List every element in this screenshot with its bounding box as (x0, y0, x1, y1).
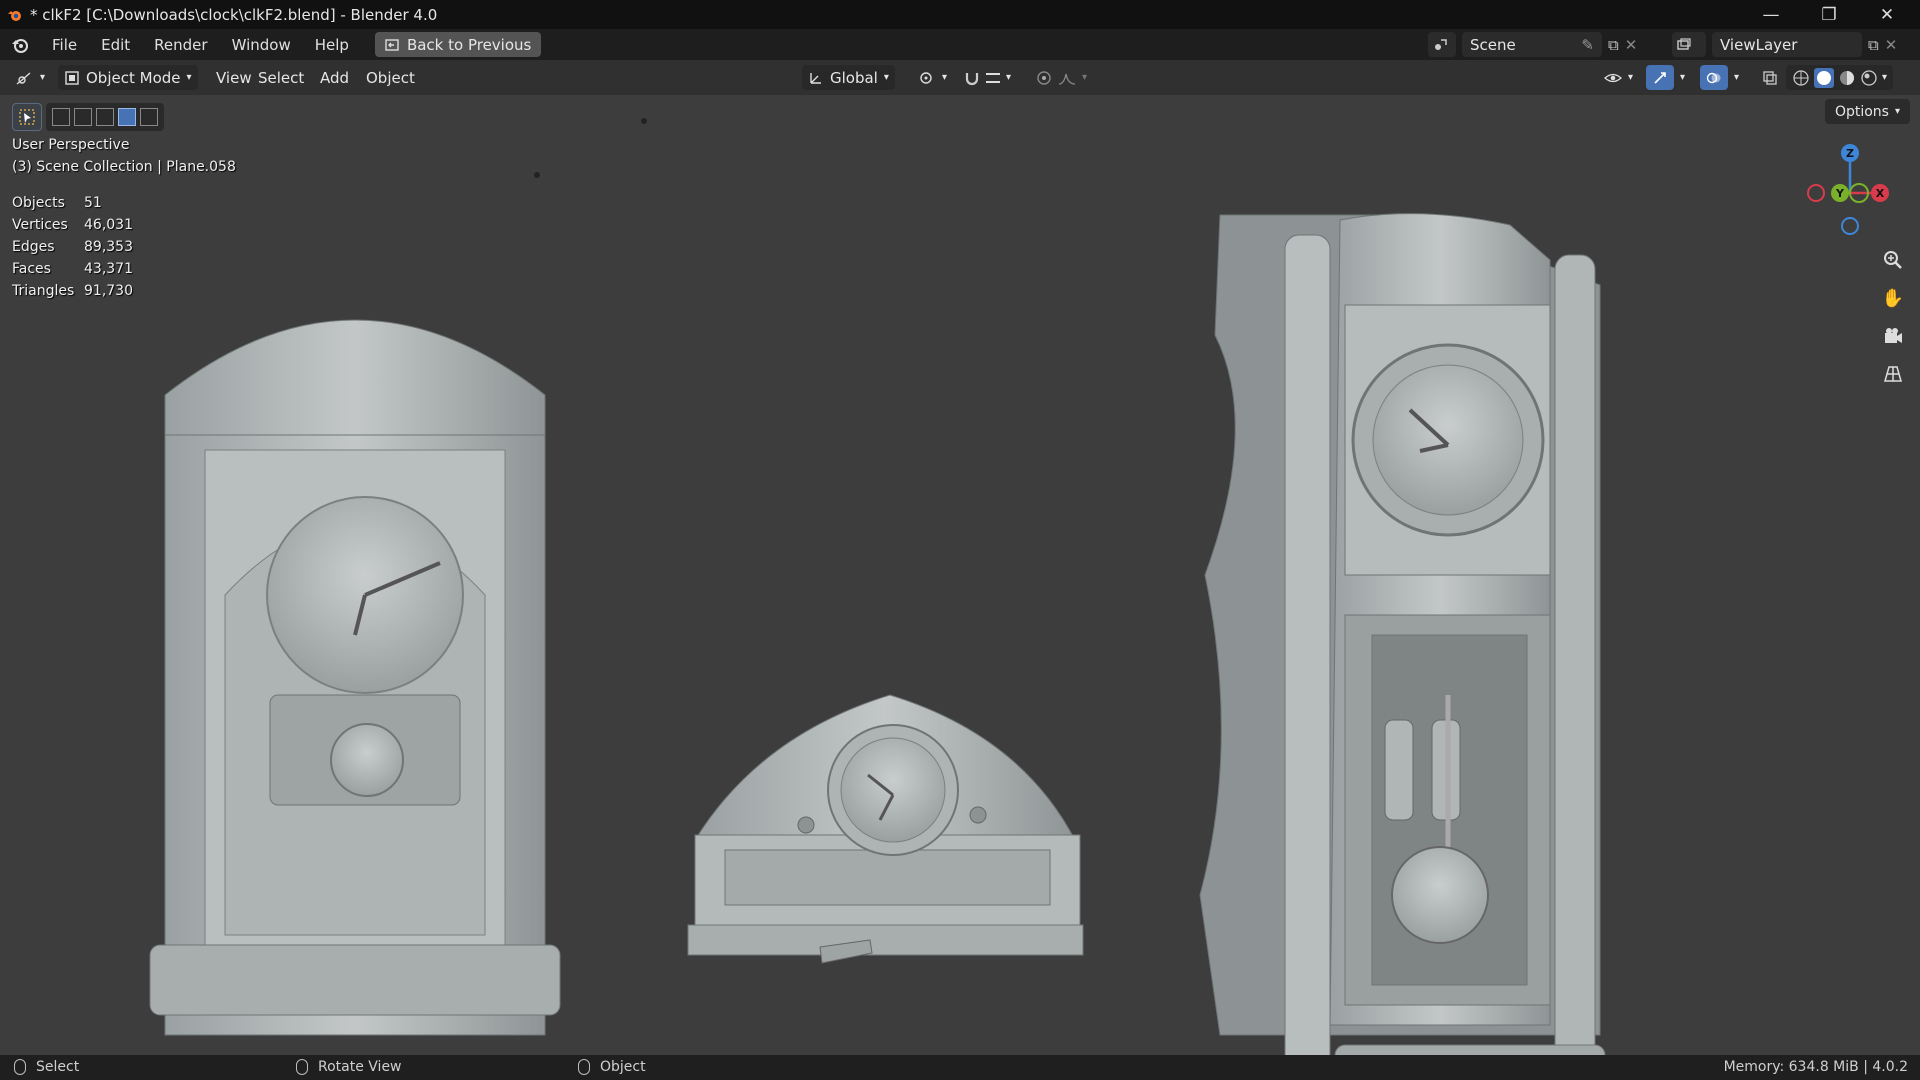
3d-viewport[interactable]: Options ▾ User Perspective (3) Scene Col… (0, 95, 1920, 1055)
gizmo-y-label: Y (1835, 187, 1845, 200)
memory-version-label: Memory: 634.8 MiB | 4.0.2 (1723, 1059, 1908, 1075)
grandfather-clock-model[interactable] (1199, 213, 1606, 1055)
pivot-icon (920, 71, 932, 84)
scene-browse-icon[interactable] (1428, 32, 1456, 57)
header-menu-select[interactable]: Select (252, 65, 310, 90)
editor-type-dropdown[interactable]: ▾ (10, 65, 51, 90)
mouse-middle-icon (296, 1059, 308, 1075)
header-menu-add[interactable]: Add (314, 65, 355, 90)
viewport-header: ▾ Object Mode ▾ View Select Add Object G… (0, 60, 1920, 95)
menu-edit[interactable]: Edit (89, 36, 142, 54)
header-menu-object[interactable]: Object (360, 65, 421, 90)
hand-pan-icon[interactable]: ✋ (1878, 283, 1908, 313)
mouse-left-icon (14, 1059, 26, 1075)
blender-menu-icon[interactable] (0, 36, 40, 54)
close-button[interactable]: ✕ (1858, 0, 1916, 29)
gizmo-chevron-down-icon[interactable]: ▾ (1674, 65, 1691, 90)
perspective-grid-icon[interactable] (1878, 359, 1908, 389)
new-scene-icon[interactable]: ⧉ (1608, 36, 1619, 54)
chevron-down-icon: ▾ (942, 72, 948, 83)
chevron-down-icon[interactable]: ▾ (1882, 72, 1887, 83)
menu-window[interactable]: Window (220, 36, 303, 54)
viewlayer-name-field[interactable]: ViewLayer (1712, 32, 1862, 57)
overlay-toggle[interactable] (1700, 65, 1728, 90)
pivot-point-dropdown[interactable]: ▾ (912, 65, 953, 90)
snap-toggle[interactable]: ▾ (958, 65, 1017, 90)
orientation-icon (810, 72, 821, 84)
chevron-down-icon: ▾ (1628, 72, 1634, 83)
proportional-editing-toggle[interactable]: ▾ (1030, 65, 1093, 90)
chevron-down-icon: ▾ (1006, 72, 1012, 83)
xray-icon (1763, 70, 1777, 85)
eye-icon (1604, 73, 1622, 82)
maximize-button[interactable]: ❐ (1800, 0, 1858, 29)
header-menu-view[interactable]: View (210, 65, 258, 90)
material-shading-icon[interactable] (1838, 69, 1856, 87)
gizmo-toggle[interactable] (1646, 65, 1674, 90)
minimize-button[interactable]: — (1742, 0, 1800, 29)
light-object-dot[interactable] (641, 118, 647, 124)
mode-dropdown[interactable]: Object Mode ▾ (58, 65, 198, 90)
overlay-icon (1706, 72, 1721, 83)
back-to-previous-button[interactable]: Back to Previous (374, 32, 542, 57)
back-to-previous-label: Back to Previous (406, 35, 532, 54)
viewport-nav-tools: ✋ (1878, 245, 1908, 389)
window-title: * clkF2 [C:\Downloads\clock\clkF2.blend]… (30, 5, 438, 24)
chevron-down-icon: ▾ (186, 72, 192, 83)
orientation-label: Global (830, 68, 878, 87)
blender-logo-icon (0, 7, 30, 23)
object-mode-icon (65, 70, 79, 85)
chevron-down-icon: ▾ (1082, 72, 1088, 83)
solid-shading-icon[interactable] (1814, 67, 1834, 88)
status-select-hint: Select (14, 1059, 79, 1075)
menu-help[interactable]: Help (303, 36, 361, 54)
wireframe-shading-icon[interactable] (1792, 69, 1810, 87)
proportional-icon (1037, 70, 1051, 85)
xray-toggle[interactable] (1756, 65, 1784, 90)
navigation-gizmo[interactable]: Z X Y (1788, 135, 1908, 255)
chevron-down-icon: ▾ (40, 72, 46, 83)
rendered-shading-icon[interactable] (1860, 69, 1878, 87)
gizmo-neg-z-axis[interactable] (1841, 217, 1859, 235)
window-titlebar: * clkF2 [C:\Downloads\clock\clkF2.blend]… (0, 0, 1920, 29)
transform-orientation-dropdown[interactable]: Global ▾ (802, 65, 895, 90)
back-icon (385, 38, 399, 51)
menu-file[interactable]: File (40, 36, 89, 54)
gizmo-neg-x-axis[interactable] (1807, 184, 1825, 202)
scene-name-label: Scene (1470, 35, 1516, 54)
viewlayer-name-label: ViewLayer (1720, 35, 1798, 54)
pin-icon[interactable]: ✎ (1581, 36, 1594, 54)
editor-type-icon (16, 71, 31, 85)
magnet-icon (965, 72, 979, 85)
chevron-down-icon: ▾ (883, 72, 889, 83)
zoom-icon[interactable] (1878, 245, 1908, 275)
status-object-hint: Object (578, 1059, 646, 1075)
gizmo-x-label: X (1876, 187, 1885, 200)
mode-label: Object Mode (86, 68, 181, 87)
new-viewlayer-icon[interactable]: ⧉ (1868, 36, 1879, 54)
falloff-icon[interactable] (1058, 70, 1076, 86)
scene-render (149, 118, 1606, 1055)
camera-object-dot[interactable] (534, 172, 540, 178)
delete-viewlayer-icon[interactable]: ✕ (1885, 36, 1898, 54)
viewlayer-browse-icon[interactable] (1672, 32, 1706, 57)
mantel-clock-model[interactable] (687, 694, 1084, 964)
gizmo-icon (1654, 71, 1666, 84)
status-rotate-hint: Rotate View (296, 1059, 402, 1075)
camera-view-icon[interactable] (1878, 321, 1908, 351)
gizmo-z-label: Z (1846, 147, 1854, 160)
mouse-right-icon (578, 1059, 590, 1075)
snap-target-icon[interactable] (986, 72, 1000, 83)
scene-name-field[interactable]: Scene ✎ (1462, 32, 1602, 57)
overlay-chevron-down-icon[interactable]: ▾ (1728, 65, 1745, 90)
arched-wall-clock-model[interactable] (149, 319, 561, 1036)
menu-render[interactable]: Render (142, 36, 219, 54)
object-visibility-dropdown[interactable]: ▾ (1598, 65, 1639, 90)
status-bar: Select Rotate View Object Memory: 634.8 … (0, 1055, 1920, 1080)
top-menubar: File Edit Render Window Help Back to Pre… (0, 29, 1920, 60)
delete-scene-icon[interactable]: ✕ (1625, 36, 1638, 54)
shading-mode-group: ▾ (1786, 65, 1894, 90)
